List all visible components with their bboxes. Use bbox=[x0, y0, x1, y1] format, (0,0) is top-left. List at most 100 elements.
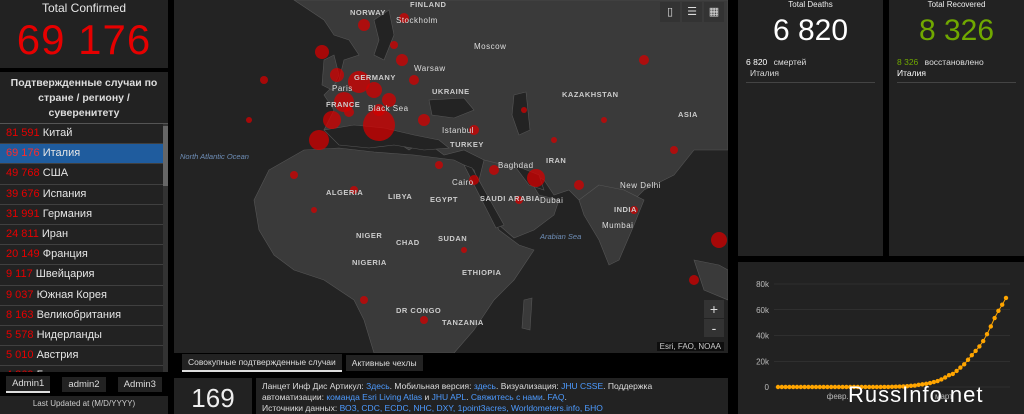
chart-point bbox=[988, 324, 993, 329]
case-marker bbox=[574, 180, 584, 190]
country-name: Германия bbox=[42, 207, 93, 220]
country-name: Бельгия bbox=[37, 369, 78, 372]
case-marker bbox=[309, 130, 329, 150]
map-label-dr-congo: DR CONGO bbox=[396, 306, 442, 315]
case-marker bbox=[601, 117, 607, 123]
country-name: США bbox=[42, 167, 69, 180]
chart-point bbox=[829, 384, 834, 390]
last-updated-label: Last Updated at (M/D/YYYY) bbox=[32, 399, 136, 408]
map-label-nigeria: NIGERIA bbox=[352, 258, 387, 267]
deaths-detail-row: 6 820 смертей Италия bbox=[738, 49, 883, 79]
country-list-header: Подтвержденные случаи по стране / регион… bbox=[0, 72, 168, 124]
info-text: . Поддержка bbox=[603, 381, 653, 391]
map-label-egypt: EGYPT bbox=[430, 195, 458, 204]
case-marker bbox=[527, 169, 545, 187]
link-contact[interactable]: Свяжитесь с нами bbox=[471, 392, 543, 402]
chart-point bbox=[962, 362, 967, 367]
country-row[interactable]: 5 578 Нидерланды bbox=[0, 326, 168, 347]
chart-series-line bbox=[778, 297, 1007, 388]
link-sources[interactable]: ВОЗ, CDC, ECDC, NHC, DXY, 1point3acres, … bbox=[340, 403, 603, 413]
country-row[interactable]: 9 117 Швейцария bbox=[0, 265, 168, 286]
country-name: Италия bbox=[42, 147, 81, 160]
list-icon[interactable]: ☰ bbox=[682, 2, 702, 22]
countries-count-value: 169 bbox=[191, 383, 235, 413]
link-jhu-csse[interactable]: JHU CSSE bbox=[561, 381, 603, 391]
map-toolbar: ▯ ☰ ▦ bbox=[660, 2, 724, 22]
country-count: 4 269 bbox=[6, 369, 34, 372]
qr-grid-icon[interactable]: ▦ bbox=[704, 2, 724, 22]
country-count: 69 176 bbox=[6, 147, 40, 160]
chart-point bbox=[810, 384, 815, 390]
country-list-scrollbar[interactable] bbox=[163, 124, 168, 372]
link-esri[interactable]: команда Esri Living Atlas bbox=[326, 392, 422, 402]
chart-point bbox=[779, 384, 784, 390]
country-row[interactable]: 39 676 Испания bbox=[0, 185, 168, 205]
tab-admin1[interactable]: Admin1 bbox=[6, 375, 51, 393]
tab-cumulative-confirmed[interactable]: Совокупные подтвержденные случаи bbox=[182, 354, 342, 372]
chart-point bbox=[958, 365, 963, 370]
chart-y-tick-label: 60k bbox=[756, 306, 770, 315]
world-map[interactable]: NORWAY FINLAND Stockholm Moscow Warsaw G… bbox=[174, 0, 728, 353]
country-list[interactable]: 81 591 Китай 69 176 Италия 49 768 США 39 67… bbox=[0, 124, 168, 372]
zoom-in-button[interactable]: + bbox=[704, 300, 724, 318]
chart-point bbox=[825, 384, 830, 390]
map-label-france: FRANCE bbox=[326, 100, 361, 109]
chart-point bbox=[798, 384, 803, 390]
recovered-detail-value: 8 326 bbox=[897, 57, 919, 67]
country-count: 39 676 bbox=[6, 187, 40, 200]
country-row[interactable]: 20 149 Франция bbox=[0, 245, 168, 266]
total-recovered-label: Total Recovered bbox=[927, 0, 986, 9]
tab-admin2[interactable]: admin2 bbox=[62, 376, 106, 392]
case-marker bbox=[711, 232, 727, 248]
tab-admin3[interactable]: Admin3 bbox=[117, 376, 162, 392]
link-article[interactable]: Здесь bbox=[366, 381, 390, 391]
case-marker bbox=[670, 146, 678, 154]
recovered-detail-country: Италия bbox=[897, 68, 926, 78]
info-text: . bbox=[564, 392, 567, 402]
info-line-2: автоматизации: команда Esri Living Atlas… bbox=[262, 392, 722, 403]
country-row[interactable]: 9 037 Южная Корея bbox=[0, 286, 168, 306]
country-row[interactable]: 8 163 Великобритания bbox=[0, 306, 168, 326]
country-row[interactable]: 81 591 Китай bbox=[0, 124, 168, 145]
watermark-logo: RussInfo.net bbox=[848, 382, 984, 407]
zoom-out-button[interactable]: - bbox=[704, 319, 724, 337]
map-label-norway: NORWAY bbox=[350, 8, 386, 17]
link-mobile[interactable]: здесь bbox=[474, 381, 496, 391]
country-row[interactable]: 49 768 США bbox=[0, 164, 168, 185]
chart-point bbox=[802, 384, 807, 390]
country-count: 5 578 bbox=[6, 328, 34, 341]
country-row[interactable]: 69 176 Италия bbox=[0, 144, 168, 165]
chart-point bbox=[787, 384, 792, 390]
case-marker bbox=[366, 82, 382, 98]
map-label-finland: FINLAND bbox=[410, 0, 447, 9]
case-marker bbox=[390, 41, 398, 49]
country-row[interactable]: 5 010 Австрия bbox=[0, 346, 168, 367]
countries-count-panel: 169 bbox=[174, 378, 252, 414]
map-label-baghdad: Baghdad bbox=[498, 161, 534, 170]
country-row[interactable]: 4 269 Бельгия bbox=[0, 366, 168, 372]
info-text: Источники данных: bbox=[262, 403, 340, 413]
link-faq[interactable]: FAQ bbox=[547, 392, 564, 402]
country-name: Швейцария bbox=[35, 268, 95, 281]
country-name: Китай bbox=[42, 127, 73, 139]
country-row[interactable]: 31 991 Германия bbox=[0, 205, 168, 225]
chart-point bbox=[836, 384, 841, 390]
map-label-ukraine: UKRAINE bbox=[432, 87, 470, 96]
tab-active-cases[interactable]: Активные чехлы bbox=[345, 355, 423, 371]
country-name: Южная Корея bbox=[36, 288, 107, 301]
info-text: Ланцет Инф Дис Артикул: bbox=[262, 381, 367, 391]
map-label-atlantic: North Atlantic Ocean bbox=[180, 152, 249, 161]
case-marker bbox=[409, 75, 419, 85]
map-label-warsaw: Warsaw bbox=[414, 64, 446, 73]
bookmark-icon[interactable]: ▯ bbox=[660, 2, 680, 22]
chart-point bbox=[806, 384, 811, 390]
chart-point bbox=[775, 384, 781, 390]
chart-point bbox=[977, 344, 982, 349]
last-updated-panel: Last Updated at (M/D/YYYY) bbox=[0, 396, 168, 414]
link-jhu-apl[interactable]: JHU APL bbox=[432, 392, 467, 402]
scrollbar-thumb[interactable] bbox=[163, 126, 168, 186]
map-label-algeria: ALGERIA bbox=[326, 188, 364, 197]
chart-point bbox=[939, 377, 944, 382]
country-name: Великобритания bbox=[36, 308, 122, 321]
country-row[interactable]: 24 811 Иран bbox=[0, 225, 168, 246]
